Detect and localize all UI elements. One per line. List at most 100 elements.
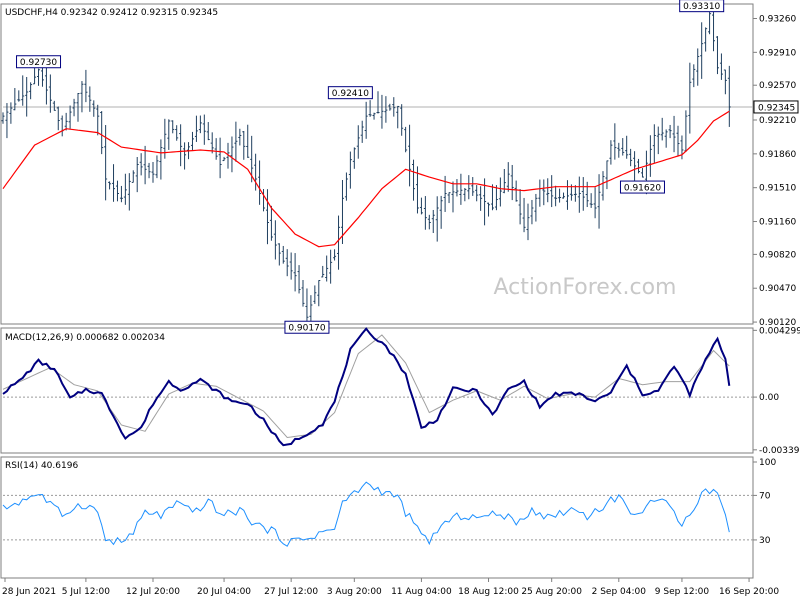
price-bar (56, 106, 60, 131)
rsi-ytick-label: 30 (759, 536, 771, 546)
rsi-line (2, 481, 730, 547)
price-ytick-label: 0.90820 (759, 250, 796, 260)
price-bar (708, 9, 712, 35)
price-bar (115, 180, 119, 202)
price-bar (5, 103, 9, 139)
price-bar (494, 185, 498, 211)
price-bar (40, 67, 44, 87)
price-bar (522, 197, 526, 233)
price-annotation: 0.92730 (16, 55, 62, 69)
price-bar (68, 105, 72, 129)
price-bar (131, 170, 135, 183)
price-bar (542, 179, 546, 206)
x-tick-label: 25 Aug 20:00 (521, 587, 582, 597)
price-bar (471, 177, 475, 196)
price-bar (621, 138, 625, 156)
price-bar (447, 192, 451, 204)
x-tick-label: 20 Jul 04:00 (197, 587, 251, 597)
price-bar (222, 156, 226, 162)
price-bar (605, 160, 609, 190)
price-annotation: 0.90170 (284, 320, 330, 334)
price-bar (368, 100, 372, 117)
price-bar (265, 189, 269, 245)
price-bar (123, 173, 127, 205)
price-bar (396, 105, 400, 129)
price-bar (285, 249, 289, 277)
price-bar (692, 64, 696, 88)
price-bar (179, 124, 183, 167)
watermark-text: ActionForex.com (494, 275, 677, 300)
price-bar (175, 125, 179, 141)
macd-ytick-label: 0.00 (759, 393, 779, 403)
x-tick-label: 16 Sep 20:00 (719, 587, 779, 597)
price-annotation: 0.93310 (679, 0, 725, 12)
price-bar (589, 193, 593, 208)
price-bar (719, 53, 723, 80)
price-bar (269, 205, 273, 241)
price-bar (190, 131, 194, 151)
price-ytick-label: 0.93260 (759, 15, 796, 25)
price-bar (281, 245, 285, 264)
price-bar (633, 151, 637, 185)
price-bar (530, 199, 534, 225)
x-tick-label: 12 Jul 20:00 (126, 587, 180, 597)
price-bar (550, 175, 554, 208)
price-bar (1, 112, 5, 124)
price-bar (321, 265, 325, 278)
price-bar (629, 148, 633, 167)
price-bar (672, 115, 676, 153)
price-bar (202, 114, 206, 145)
price-bar (372, 112, 376, 120)
price-annotation-label: 0.92730 (20, 58, 57, 68)
price-annotation-label: 0.92410 (332, 89, 369, 99)
price-bar (108, 181, 112, 190)
price-bar (313, 285, 317, 304)
price-bar (573, 185, 577, 202)
rsi-ytick-label: 100 (759, 458, 776, 468)
price-bar (84, 69, 88, 103)
price-bar (92, 100, 96, 117)
price-bar (88, 86, 92, 112)
price-bar (581, 177, 585, 211)
price-bar (214, 138, 218, 160)
rsi-ytick-label: 70 (759, 491, 771, 501)
price-bar (546, 178, 550, 203)
price-bar (246, 124, 250, 158)
price-bar (640, 168, 644, 178)
price-bar (439, 195, 443, 229)
price-ytick-label: 0.91860 (759, 150, 796, 160)
price-bar (289, 252, 293, 280)
price-bar (700, 22, 704, 79)
price-ytick-label: 0.92570 (759, 81, 796, 91)
price-bar (230, 136, 234, 173)
price-bar (538, 179, 542, 207)
price-annotation: 0.92410 (327, 86, 373, 100)
price-ytick-label: 0.92210 (759, 116, 796, 126)
rsi-panel-frame (0, 456, 754, 579)
price-annotation-label: 0.91620 (624, 184, 661, 194)
price-bar (475, 185, 479, 202)
price-bar (727, 65, 731, 127)
price-bar (431, 209, 435, 234)
price-bar (96, 104, 100, 136)
price-bar (17, 90, 21, 102)
price-bar (609, 140, 613, 165)
macd-title: MACD(12,26,9) 0.000682 0.002034 (5, 333, 165, 343)
price-bar (652, 124, 656, 164)
price-bar (100, 111, 104, 155)
price-bar (664, 129, 668, 148)
price-bar (80, 81, 84, 113)
price-bar (506, 162, 510, 192)
x-tick-label: 5 Jul 12:00 (62, 587, 111, 597)
price-bar (688, 62, 692, 134)
x-tick-label: 27 Jul 12:00 (264, 587, 318, 597)
macd-signal-line (2, 334, 730, 439)
price-bar (577, 176, 581, 213)
price-bar (21, 75, 25, 106)
price-bar (143, 145, 147, 185)
price-bar (510, 164, 514, 201)
price-bar (72, 98, 76, 117)
price-bar (601, 171, 605, 201)
price-bar (498, 177, 502, 207)
price-bar (648, 135, 652, 177)
